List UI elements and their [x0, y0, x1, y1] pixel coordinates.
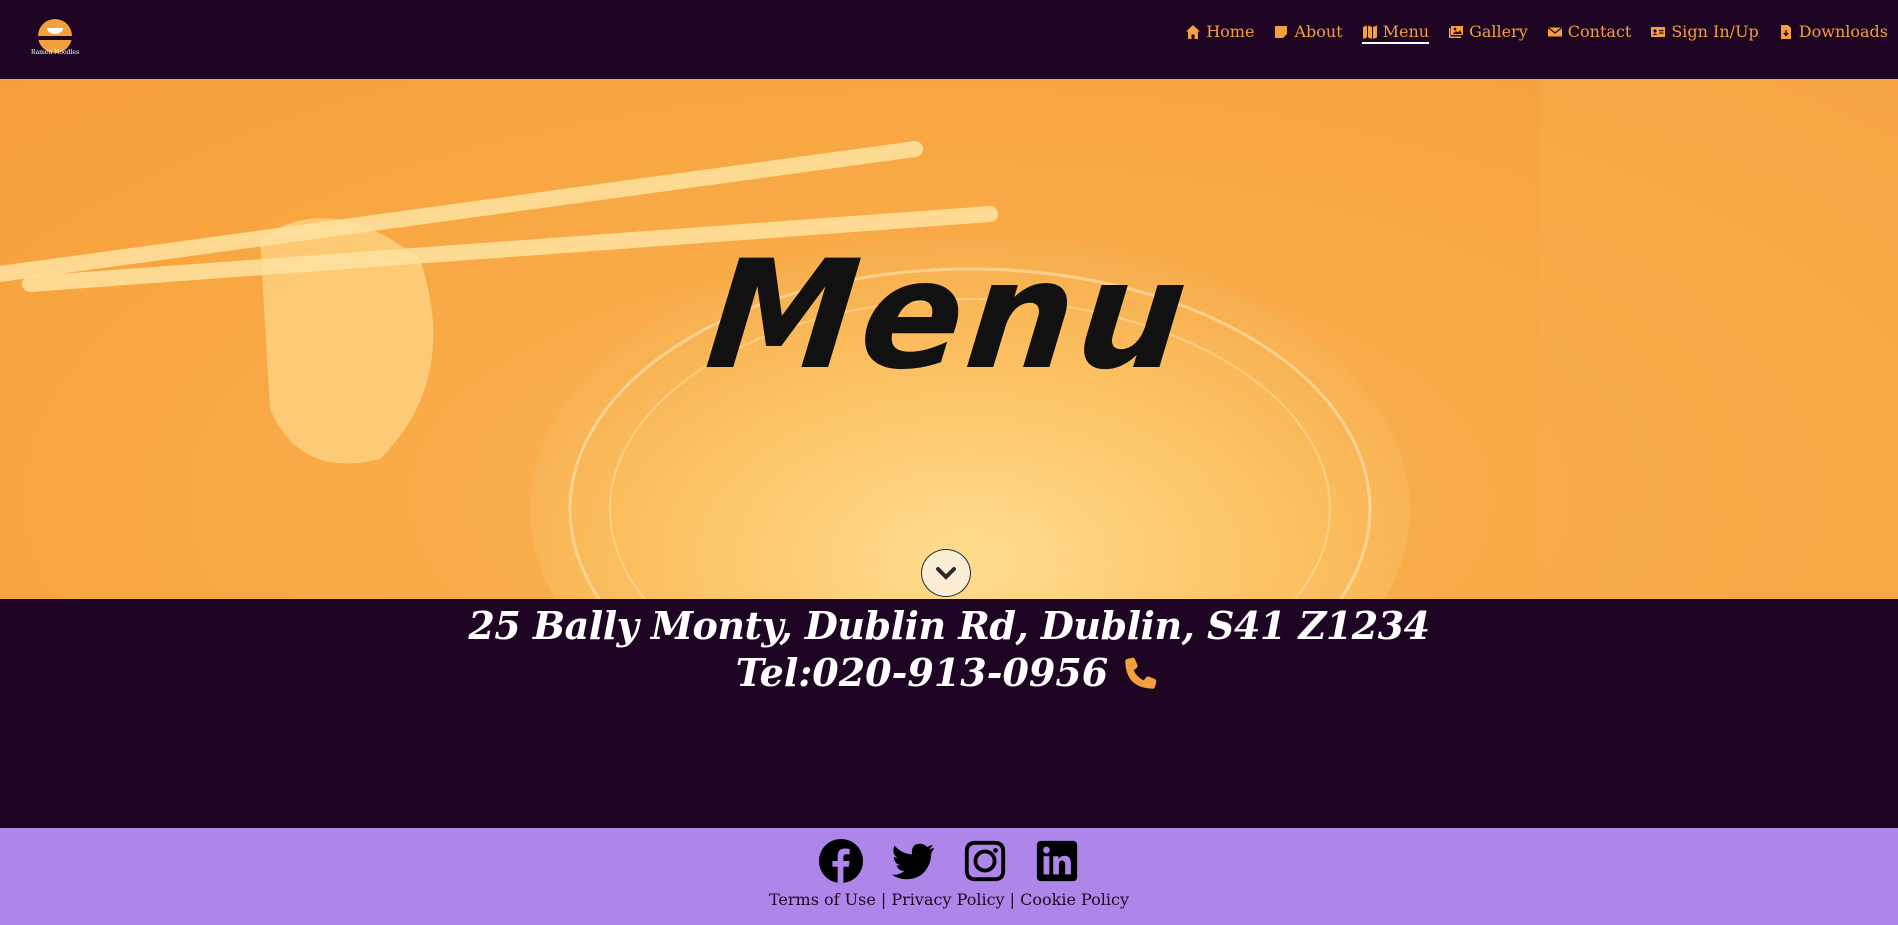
social-links	[0, 838, 1898, 884]
legal-separator: |	[1009, 890, 1016, 909]
telephone-text: Tel:020-913-0956	[735, 650, 1109, 695]
chevron-down-icon	[936, 567, 956, 580]
page-title: Menu	[699, 229, 1199, 403]
twitter-icon[interactable]	[890, 838, 936, 884]
phone-icon	[1125, 657, 1157, 689]
nav-about-label: About	[1294, 22, 1343, 41]
cookie-link[interactable]: Cookie Policy	[1020, 890, 1129, 909]
nav-contact[interactable]: Contact	[1547, 22, 1632, 44]
nav-home[interactable]: Home	[1185, 22, 1254, 44]
legal-separator: |	[880, 890, 887, 909]
nav-signin[interactable]: Sign In/Up	[1650, 22, 1759, 44]
images-icon	[1449, 25, 1464, 38]
facebook-icon[interactable]	[818, 838, 864, 884]
contact-info: 25 Bally Monty, Dublin Rd, Dublin, S41 Z…	[0, 599, 1898, 828]
footer: Terms of Use | Privacy Policy | Cookie P…	[0, 828, 1898, 925]
map-icon	[1362, 25, 1377, 39]
svg-text:Ramen Noodles: Ramen Noodles	[31, 49, 79, 56]
nav-menu[interactable]: Menu	[1361, 22, 1430, 44]
legal-links: Terms of Use | Privacy Policy | Cookie P…	[0, 890, 1898, 909]
envelope-icon	[1547, 26, 1563, 36]
home-icon	[1186, 24, 1201, 39]
instagram-icon[interactable]	[962, 838, 1008, 884]
nav-home-label: Home	[1206, 22, 1255, 41]
hero-banner: Menu	[0, 79, 1898, 599]
address: 25 Bally Monty, Dublin Rd, Dublin, S41 Z…	[468, 603, 1430, 648]
note-icon	[1275, 25, 1288, 38]
logo[interactable]: Ramen Noodles	[28, 18, 82, 60]
nav-signin-label: Sign In/Up	[1671, 22, 1759, 41]
telephone[interactable]: Tel:020-913-0956	[736, 650, 1163, 695]
nav-gallery[interactable]: Gallery	[1448, 22, 1528, 44]
nav-downloads-label: Downloads	[1798, 22, 1888, 41]
nav-contact-label: Contact	[1567, 22, 1632, 41]
nav-links: Home About Menu Gallery Contact Sign In/…	[1166, 20, 1898, 46]
terms-link[interactable]: Terms of Use	[769, 890, 876, 909]
linkedin-icon[interactable]	[1034, 838, 1080, 884]
nav-gallery-label: Gallery	[1469, 22, 1528, 41]
id-card-icon	[1651, 26, 1666, 37]
privacy-link[interactable]: Privacy Policy	[891, 890, 1004, 909]
nav-downloads[interactable]: Downloads	[1778, 22, 1888, 44]
nav-menu-label: Menu	[1382, 22, 1430, 41]
navbar: Ramen Noodles Home About Menu Gallery Co…	[0, 0, 1898, 79]
scroll-down-button[interactable]	[921, 549, 971, 597]
nav-about[interactable]: About	[1273, 22, 1343, 44]
file-download-icon	[1780, 24, 1791, 39]
